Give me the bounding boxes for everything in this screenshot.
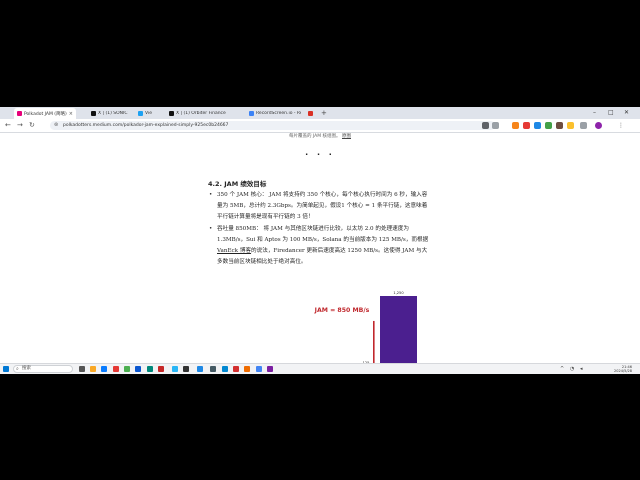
tab-label: RecordScreen.io - Record bbox=[256, 111, 301, 116]
bullet-text: 350 个 JAM 核心： JAM 将支持约 350 个核心，每个核心执行时间为… bbox=[217, 192, 428, 220]
app-icon[interactable] bbox=[233, 366, 239, 372]
taskbar: ⌕ 搜索 ^ ◔ ◂ 21:46 2024/5/28 bbox=[0, 363, 640, 374]
tab-unnamed[interactable] bbox=[305, 108, 319, 119]
section-heading: 4.2. JAM 绩效目标 bbox=[208, 180, 267, 188]
extension-icon[interactable] bbox=[545, 122, 552, 129]
extension-icon[interactable] bbox=[556, 122, 563, 129]
taskbar-search[interactable]: ⌕ 搜索 bbox=[13, 365, 73, 373]
list-item: • 350 个 JAM 核心： JAM 将支持约 350 个核心，每个核心执行时… bbox=[209, 190, 429, 223]
throughput-chart: 1.3101001251,250JAM = 850 MB/s bbox=[304, 291, 417, 374]
metamask-extension-icon[interactable] bbox=[512, 122, 519, 129]
tab-orbiter-finance[interactable]: X | (1) Orbiter Finance bbox=[166, 108, 240, 119]
section-separator: · · · bbox=[305, 150, 335, 159]
new-tab-button[interactable]: + bbox=[321, 108, 327, 118]
clock-date: 2024/5/28 bbox=[614, 369, 632, 373]
tab-polkadot-jam[interactable]: Polkadot JAM (简略), 简洁易懂 × bbox=[14, 108, 76, 119]
tray-chevron-icon[interactable]: ^ bbox=[560, 365, 564, 374]
tab-strip: Polkadot JAM (简略), 简洁易懂 × X | (1) SONIC … bbox=[0, 107, 640, 119]
bookmark-star-icon[interactable] bbox=[492, 122, 499, 129]
app-icon[interactable] bbox=[113, 366, 119, 372]
windows-start-icon[interactable] bbox=[3, 366, 9, 372]
translate-icon[interactable] bbox=[482, 122, 489, 129]
app-icon[interactable] bbox=[183, 366, 189, 372]
caption-link[interactable]: 原图 bbox=[342, 134, 351, 139]
app-icon[interactable] bbox=[158, 366, 164, 372]
tab-label: Polkadot JAM (简略), 简洁易懂 bbox=[24, 111, 67, 117]
polkadot-favicon-icon bbox=[17, 111, 22, 116]
x-favicon-icon bbox=[169, 111, 174, 116]
jam-annotation: JAM = 850 MB/s bbox=[314, 307, 370, 314]
url-text: polkadotters.medium.com/polkador-jam-exp… bbox=[63, 123, 229, 128]
tab-recordscreen[interactable]: RecordScreen.io - Record bbox=[246, 108, 304, 119]
tab-vie[interactable]: Vie bbox=[135, 108, 160, 119]
app-icon[interactable] bbox=[135, 366, 141, 372]
app-icon[interactable] bbox=[124, 366, 130, 372]
site-info-icon[interactable]: ⊜ bbox=[54, 121, 58, 130]
task-view-icon[interactable] bbox=[79, 366, 85, 372]
minimize-button[interactable]: – bbox=[593, 107, 596, 118]
bullet-text-part: 吞吐量 850MB： 将 JAM 与其他区块链进行比较，以太坊 2.0 的处理速… bbox=[217, 226, 429, 243]
app-icon[interactable] bbox=[197, 366, 203, 372]
forward-arrow-icon[interactable]: → bbox=[17, 120, 23, 131]
screen: Polkadot JAM (简略), 简洁易懂 × X | (1) SONIC … bbox=[0, 107, 640, 374]
close-icon[interactable]: × bbox=[69, 111, 73, 117]
vaneck-blog-link[interactable]: VanEck 博客 bbox=[217, 248, 251, 254]
app-icon[interactable] bbox=[210, 366, 216, 372]
puzzle-extensions-icon[interactable] bbox=[580, 122, 587, 129]
app-icon[interactable] bbox=[172, 366, 178, 372]
close-window-button[interactable]: ✕ bbox=[624, 107, 629, 118]
extension-icon[interactable] bbox=[567, 122, 574, 129]
system-clock[interactable]: 21:46 2024/5/28 bbox=[614, 365, 632, 373]
back-arrow-icon[interactable]: ← bbox=[5, 120, 11, 131]
bullet-icon: • bbox=[209, 226, 213, 232]
app-icon[interactable] bbox=[267, 366, 273, 372]
extension-icon[interactable] bbox=[523, 122, 530, 129]
edge-icon[interactable] bbox=[101, 366, 107, 372]
more-menu-icon[interactable]: ⋮ bbox=[618, 122, 625, 129]
x-favicon-icon bbox=[91, 111, 96, 116]
recordscreen-favicon-icon bbox=[249, 111, 254, 116]
site-favicon-icon bbox=[308, 111, 313, 116]
file-explorer-icon[interactable] bbox=[90, 366, 96, 372]
image-caption: 每片覆盖的 JAM 核组图。 原图 bbox=[0, 133, 640, 139]
search-placeholder: 搜索 bbox=[22, 366, 31, 371]
tab-label: X | (1) SONIC bbox=[98, 111, 128, 116]
reload-icon[interactable]: ↻ bbox=[29, 120, 35, 131]
tab-label: X | (1) Orbiter Finance bbox=[176, 111, 226, 116]
tab-label: Vie bbox=[145, 111, 152, 116]
search-icon: ⌕ bbox=[16, 366, 19, 372]
caption-text: 每片覆盖的 JAM 核组图。 bbox=[288, 134, 341, 139]
maximize-button[interactable]: □ bbox=[608, 107, 614, 118]
address-bar[interactable]: ⊜ polkadotters.medium.com/polkador-jam-e… bbox=[50, 121, 495, 130]
app-icon[interactable] bbox=[244, 366, 250, 372]
tab-sonic[interactable]: X | (1) SONIC bbox=[88, 108, 132, 119]
list-item: • 吞吐量 850MB： 将 JAM 与其他区块链进行比较，以太坊 2.0 的处… bbox=[209, 224, 429, 268]
site-favicon-icon bbox=[138, 111, 143, 116]
app-icon[interactable] bbox=[147, 366, 153, 372]
extension-icon[interactable] bbox=[534, 122, 541, 129]
chart-data-label: 1,250 bbox=[393, 291, 404, 295]
profile-avatar[interactable] bbox=[595, 122, 602, 129]
network-icon[interactable]: ◔ bbox=[570, 365, 574, 374]
bullet-icon: • bbox=[209, 192, 213, 198]
chrome-icon[interactable] bbox=[256, 366, 262, 372]
browser-toolbar: ← → ↻ ⊜ polkadotters.medium.com/polkador… bbox=[0, 119, 640, 133]
volume-icon[interactable]: ◂ bbox=[580, 365, 583, 374]
app-icon[interactable] bbox=[222, 366, 228, 372]
bullet-text: 吞吐量 850MB： 将 JAM 与其他区块链进行比较，以太坊 2.0 的处理速… bbox=[217, 224, 429, 268]
